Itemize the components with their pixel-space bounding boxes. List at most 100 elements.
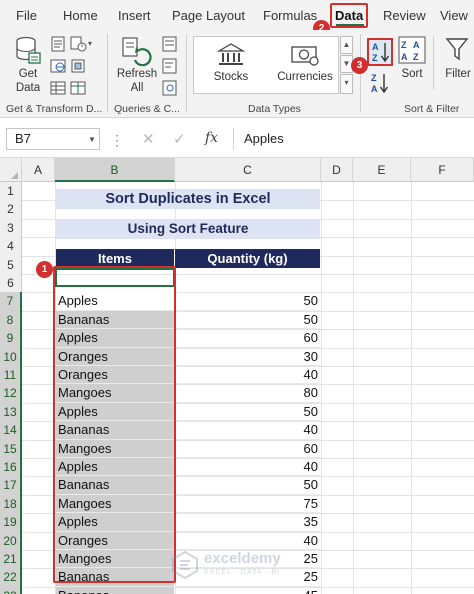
properties-icon[interactable] — [162, 58, 179, 74]
item-cell[interactable]: Bananas — [56, 586, 174, 594]
row-header[interactable]: 21 — [0, 550, 22, 569]
row-header[interactable]: 8 — [0, 310, 22, 330]
quantity-cell[interactable]: 50 — [175, 292, 320, 311]
row-header[interactable]: 7 — [0, 292, 22, 311]
insert-function-icon[interactable]: fx — [205, 130, 218, 146]
row-header[interactable]: 19 — [0, 513, 22, 532]
row-header[interactable]: 3 — [0, 218, 22, 238]
tab-review[interactable]: Review — [383, 8, 426, 23]
chevron-up-icon[interactable]: ▲ — [340, 36, 353, 54]
row-header[interactable]: 23 — [0, 586, 22, 594]
quantity-cell[interactable]: 50 — [175, 476, 320, 495]
row-header[interactable]: 10 — [0, 347, 22, 366]
stocks-button[interactable]: Stocks — [202, 41, 260, 89]
column-header-c[interactable]: C — [175, 158, 321, 182]
sort-a-to-z-button[interactable]: A Z — [367, 38, 393, 66]
svg-text:A: A — [413, 40, 420, 50]
get-data-label-2: Data — [15, 82, 41, 94]
row-header[interactable]: 6 — [0, 274, 22, 293]
svg-text:Z: Z — [401, 40, 407, 50]
row-header[interactable]: 2 — [0, 200, 22, 219]
row-header[interactable]: 5 — [0, 255, 22, 274]
from-text-icon[interactable] — [50, 36, 67, 52]
row-header[interactable]: 12 — [0, 384, 22, 403]
column-header-d[interactable]: D — [321, 158, 353, 182]
tab-page-layout[interactable]: Page Layout — [172, 8, 245, 23]
sort-label: Sort — [401, 68, 423, 80]
gridline — [353, 182, 354, 594]
formula-bar: B7 ▼ ⋮ ✕ ✓ fx Apples — [0, 118, 474, 158]
recent-sources-icon[interactable] — [70, 36, 87, 52]
sheet-title: Sort Duplicates in Excel — [56, 189, 320, 209]
quantity-cell[interactable]: 60 — [175, 440, 320, 458]
quantity-cell[interactable]: 50 — [175, 311, 320, 330]
column-header-f[interactable]: F — [411, 158, 474, 182]
svg-text:Z: Z — [413, 52, 419, 62]
column-header-e[interactable]: E — [353, 158, 411, 182]
selected-range-highlight — [53, 266, 176, 583]
formula-input[interactable]: Apples — [233, 128, 474, 150]
column-header-a[interactable]: A — [22, 158, 55, 182]
refresh-all-button[interactable]: Refresh All — [113, 34, 161, 98]
get-data-button[interactable]: Get Data — [8, 34, 48, 98]
sort-button[interactable]: Z A A Z Sort — [396, 36, 428, 92]
tab-view[interactable]: View — [440, 8, 468, 23]
row-header[interactable]: 18 — [0, 494, 22, 514]
row-header[interactable]: 14 — [0, 421, 22, 440]
group-label-sort-filter: Sort & Filter — [404, 103, 460, 115]
row-header[interactable]: 13 — [0, 402, 22, 422]
row-header[interactable]: 11 — [0, 366, 22, 385]
quantity-cell[interactable]: 60 — [175, 329, 320, 348]
existing-connections-icon[interactable] — [70, 58, 87, 74]
column-header-b[interactable]: B — [55, 158, 175, 182]
svg-text:A: A — [371, 84, 378, 94]
name-box[interactable]: B7 — [6, 128, 100, 150]
from-web-icon[interactable] — [50, 58, 67, 74]
quantity-cell[interactable]: 45 — [175, 587, 320, 594]
stocks-label: Stocks — [213, 71, 249, 83]
quantity-cell[interactable]: 35 — [175, 513, 320, 532]
quantity-cell[interactable]: 80 — [175, 384, 320, 403]
row-header[interactable]: 15 — [0, 439, 22, 458]
filter-button[interactable]: Filter — [440, 36, 474, 92]
tab-insert[interactable]: Insert — [118, 8, 151, 23]
tab-formulas[interactable]: Formulas — [263, 8, 317, 23]
quantity-cell[interactable]: 40 — [175, 366, 320, 385]
sort-za-icon[interactable]: Z A — [368, 71, 392, 97]
chevron-down-icon[interactable]: ▾ — [88, 39, 92, 48]
tab-home[interactable]: Home — [63, 8, 98, 23]
refresh-all-label-2: All — [130, 82, 144, 94]
row-header[interactable]: 22 — [0, 568, 22, 587]
svg-text:Z: Z — [371, 73, 377, 83]
gridline — [321, 182, 322, 594]
from-other-sources-icon[interactable] — [70, 80, 87, 96]
edit-links-icon[interactable] — [162, 80, 179, 96]
ribbon-tab-bar: File Home Insert Page Layout Formulas Da… — [0, 0, 474, 37]
row-header[interactable]: 9 — [0, 329, 22, 348]
select-all-corner[interactable] — [0, 158, 22, 182]
tab-file[interactable]: File — [16, 8, 37, 23]
row-header[interactable]: 20 — [0, 531, 22, 550]
gallery-more-icon[interactable]: ▾ — [340, 74, 353, 94]
step-badge-1: 1 — [36, 261, 53, 278]
quantity-cell[interactable]: 50 — [175, 403, 320, 422]
group-label-get-transform: Get & Transform D... — [6, 103, 103, 115]
from-table-icon[interactable] — [50, 80, 67, 96]
refresh-all-label-1: Refresh — [116, 68, 158, 80]
quantity-cell[interactable]: 75 — [175, 495, 320, 514]
currencies-label: Currencies — [277, 71, 333, 83]
cancel-icon[interactable]: ✕ — [142, 130, 155, 148]
chevron-down-icon[interactable]: ▼ — [88, 135, 96, 144]
quantity-cell[interactable]: 40 — [175, 421, 320, 440]
row-header[interactable]: 1 — [0, 182, 22, 201]
row-header[interactable]: 16 — [0, 458, 22, 477]
currencies-button[interactable]: Currencies — [272, 41, 338, 89]
row-header[interactable]: 4 — [0, 237, 22, 256]
queries-connections-icon[interactable] — [162, 36, 179, 52]
row-header[interactable]: 17 — [0, 476, 22, 495]
enter-icon[interactable]: ✓ — [173, 130, 186, 148]
watermark-tagline: EXCEL · DATA · BI — [204, 569, 280, 576]
more-options-icon[interactable]: ⋮ — [110, 132, 124, 149]
quantity-cell[interactable]: 30 — [175, 348, 320, 366]
quantity-cell[interactable]: 40 — [175, 458, 320, 477]
